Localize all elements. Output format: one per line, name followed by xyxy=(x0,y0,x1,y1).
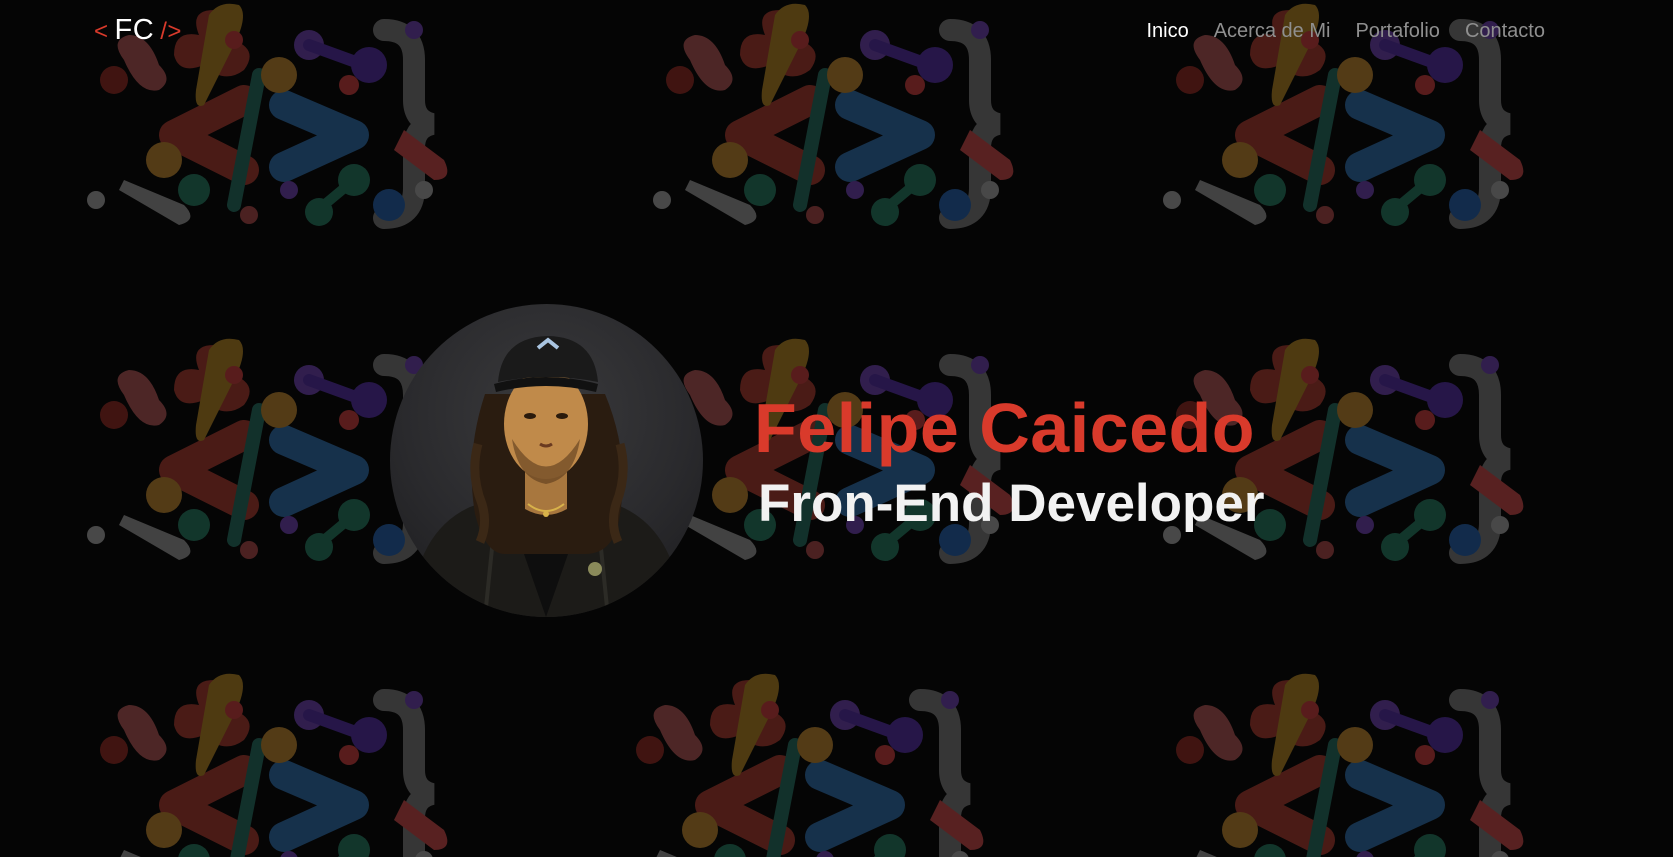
avatar xyxy=(390,304,703,617)
nav-links: Inico Acerca de Mi Portafolio Contacto xyxy=(1146,20,1545,43)
logo-initials: FC xyxy=(114,14,155,46)
navbar: < FC/> Inico Acerca de Mi Portafolio Cont… xyxy=(0,0,1673,64)
logo[interactable]: < FC/> xyxy=(94,14,182,47)
nav-link-acerca-de-mi[interactable]: Acerca de Mi xyxy=(1214,20,1331,43)
logo-close-bracket: /> xyxy=(160,18,182,45)
nav-link-inicio[interactable]: Inico xyxy=(1146,20,1188,43)
nav-link-portafolio[interactable]: Portafolio xyxy=(1355,20,1440,43)
logo-open-bracket: < xyxy=(94,18,109,45)
hero-text: Felipe Caicedo Fron-End Developer xyxy=(754,386,1265,538)
hero-name: Felipe Caicedo xyxy=(754,389,1256,467)
hero-role: Fron-End Developer xyxy=(758,474,1265,533)
profile-photo-icon xyxy=(410,336,683,617)
nav-link-contacto[interactable]: Contacto xyxy=(1465,20,1545,43)
page: < FC/> Inico Acerca de Mi Portafolio Cont… xyxy=(0,0,1673,857)
